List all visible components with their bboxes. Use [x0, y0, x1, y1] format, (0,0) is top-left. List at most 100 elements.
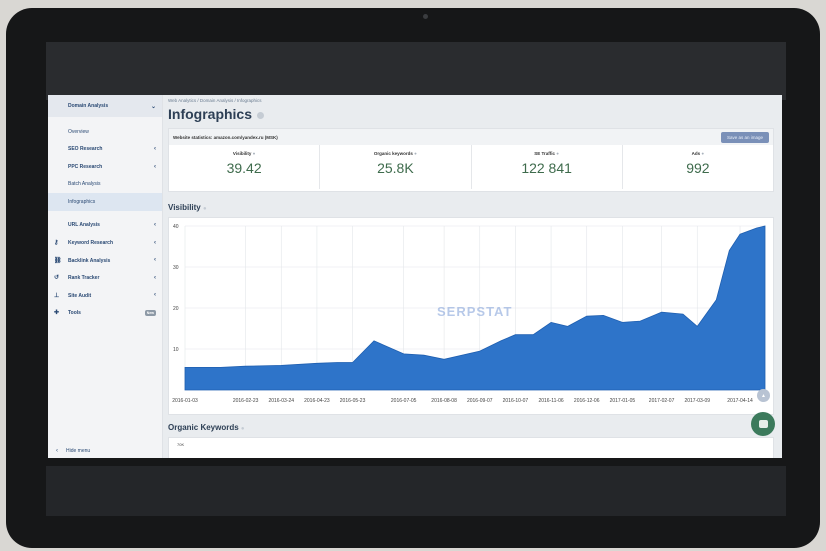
key-icon: ⚷ [54, 240, 59, 247]
chevron-left-icon: ‹ [154, 274, 156, 281]
x-tick-label: 2017-01-05 [610, 398, 636, 404]
sidebar-item-label: Tools [68, 310, 81, 317]
help-icon[interactable]: ● [414, 151, 417, 156]
x-tick-label: 2016-10-07 [503, 398, 529, 404]
sidebar-header-label: Domain Analysis [68, 103, 109, 109]
y-tick-label: 40 [173, 224, 179, 230]
help-icon[interactable]: ● [556, 151, 559, 156]
sidebar-item-backlink-analysis[interactable]: ⛓ Backlink Analysis ‹ [48, 252, 162, 270]
chevron-left-icon: ‹ [154, 239, 156, 246]
sidebar-item-site-audit[interactable]: ⊥ Site Audit ‹ [48, 287, 162, 305]
chevron-left-icon: ‹ [154, 146, 156, 153]
stats-panel: Website statistics: amazon.com/yandex.ru… [168, 128, 774, 192]
hide-menu-label: Hide menu [66, 448, 91, 454]
x-tick-label: 2017-04-14 [727, 398, 753, 404]
new-badge: New [144, 309, 156, 316]
y-tick-label: 70K [177, 442, 185, 447]
stat-label: SE Traffic ● [534, 151, 559, 156]
gear-icon: ✚ [54, 310, 60, 317]
screen-bottom-margin [46, 466, 786, 516]
x-tick-label: 2016-11-06 [538, 398, 563, 404]
x-tick-label: 2016-08-08 [431, 398, 457, 404]
x-tick-label: 2016-09-07 [467, 398, 493, 404]
sidebar-item-keyword-research[interactable]: ⚷ Keyword Research ‹ [48, 234, 162, 252]
sidebar-item-tools[interactable]: ✚ Tools New [48, 304, 162, 322]
visibility-chart: SERPSTAT 10 20 30 40 2016-01-03 2016-02-23 20… [168, 217, 774, 415]
chat-button[interactable] [751, 412, 775, 436]
stats-row: Visibility ● 39.42 Organic keywords ● 25.8… [169, 145, 773, 189]
stat-value: 25.8K [377, 160, 414, 176]
sidebar: Domain Analysis ⌄ Overview SEO Research ‹… [48, 95, 163, 458]
organic-keywords-section-title: Organic Keywords ● [168, 423, 245, 432]
sidebar-item-overview[interactable]: Overview [48, 123, 162, 141]
organic-keywords-chart: 70K [168, 437, 774, 458]
stat-se-traffic: SE Traffic ● 122 841 [472, 145, 623, 189]
help-icon[interactable]: ● [701, 151, 704, 156]
x-tick-label: 2016-02-23 [233, 398, 259, 404]
chat-icon [758, 420, 768, 428]
sidebar-item-label: Site Audit [68, 292, 92, 299]
x-tick-label: 2016-12-06 [574, 398, 600, 404]
x-tick-label: 2016-01-03 [172, 398, 198, 404]
stat-value: 992 [686, 160, 710, 176]
website-statistics-label: Website statistics: amazon.com/yandex.ru… [173, 134, 278, 140]
sidebar-item-label: Rank Tracker [68, 275, 100, 282]
sidebar-item-ppc-research[interactable]: PPC Research ‹ [48, 158, 162, 176]
hide-menu-button[interactable]: ‹ Hide menu [48, 444, 162, 458]
sidebar-item-batch-analysis[interactable]: Batch Analysis [48, 176, 162, 194]
stats-toolbar: Website statistics: amazon.com/yandex.ru… [169, 129, 773, 145]
serpstat-watermark: SERPSTAT [437, 304, 512, 319]
camera-dot [423, 14, 428, 19]
history-icon: ↺ [54, 275, 60, 282]
page-title-text: Infographics [168, 106, 253, 122]
scroll-top-button[interactable]: ▲ [757, 389, 770, 402]
y-tick-label: 10 [173, 347, 179, 353]
app-screen: Domain Analysis ⌄ Overview SEO Research ‹… [48, 95, 782, 458]
chevron-left-icon: ‹ [154, 257, 156, 264]
stat-label: Ads ● [691, 151, 705, 156]
sidebar-item-label: Batch Analysis [68, 181, 101, 188]
sidebar-item-label: SEO Research [68, 146, 103, 153]
sidebar-item-infographics[interactable]: Infographics [48, 193, 162, 211]
screen-top-margin [46, 42, 786, 100]
stat-ads: Ads ● 992 [623, 145, 773, 189]
page-title: Infographics [168, 106, 265, 122]
stat-value: 39.42 [226, 160, 262, 176]
sidebar-item-label: Overview [68, 128, 89, 135]
x-tick-label: 2017-03-09 [684, 398, 710, 404]
sidebar-item-label: PPC Research [68, 163, 103, 170]
help-icon[interactable] [257, 111, 265, 119]
stat-label: Visibility ● [232, 151, 256, 156]
x-tick-label: 2016-07-05 [391, 398, 417, 404]
x-tick-label: 2016-03-24 [268, 398, 294, 404]
sidebar-item-label: URL Analysis [68, 222, 100, 229]
help-icon[interactable]: ● [241, 426, 245, 432]
sidebar-item-label: Infographics [68, 198, 96, 205]
chevron-down-icon: ⌄ [150, 103, 156, 110]
sidebar-item-seo-research[interactable]: SEO Research ‹ [48, 141, 162, 159]
stat-visibility: Visibility ● 39.42 [169, 145, 321, 189]
sidebar-item-rank-tracker[interactable]: ↺ Rank Tracker ‹ [48, 269, 162, 287]
x-tick-label: 2016-05-23 [340, 398, 366, 404]
help-icon[interactable]: ● [253, 151, 256, 156]
sitemap-icon: ⊥ [54, 292, 60, 299]
breadcrumb[interactable]: Web Analytics / Domain Analysis / Infogr… [168, 98, 261, 103]
chevron-left-icon: ‹ [154, 292, 156, 299]
link-icon: ⛓ [54, 257, 62, 264]
sidebar-item-url-analysis[interactable]: URL Analysis ‹ [48, 217, 162, 235]
stat-value: 122 841 [521, 160, 572, 176]
sidebar-item-label: Backlink Analysis [68, 257, 111, 264]
y-tick-label: 30 [173, 265, 179, 271]
y-tick-label: 20 [173, 306, 179, 312]
chevron-left-icon: ‹ [154, 163, 156, 170]
x-tick-label: 2017-02-07 [649, 398, 675, 404]
sidebar-header-domain-analysis[interactable]: Domain Analysis ⌄ [48, 95, 162, 117]
visibility-chart-svg: SERPSTAT 10 20 30 40 2016-01-03 2016-02-23 20… [172, 224, 766, 404]
chevron-left-icon: ‹ [154, 222, 156, 229]
sidebar-item-label: Keyword Research [68, 240, 114, 247]
save-as-image-button[interactable]: Save as an image [720, 131, 769, 143]
stat-label: Organic keywords ● [373, 151, 417, 156]
chevron-left-icon: ‹ [56, 448, 58, 454]
help-icon[interactable]: ● [203, 206, 207, 212]
main-content: Web Analytics / Domain Analysis / Infogr… [166, 95, 778, 458]
